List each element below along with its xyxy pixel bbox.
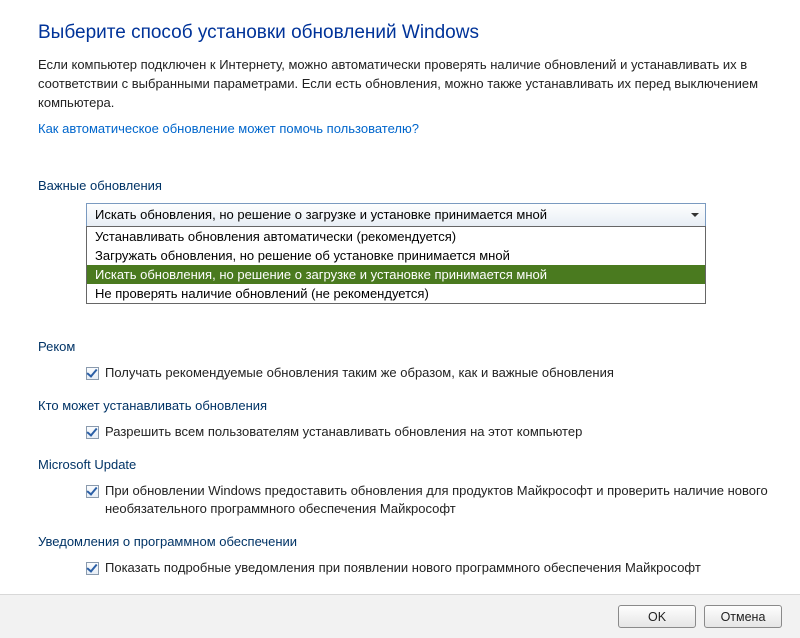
- dropdown-list: Устанавливать обновления автоматически (…: [86, 226, 706, 304]
- dialog-footer: OK Отмена: [0, 594, 800, 638]
- recommended-checkbox-label: Получать рекомендуемые обновления таким …: [105, 364, 772, 382]
- help-link[interactable]: Как автоматическое обновление может помо…: [38, 121, 419, 136]
- chevron-down-icon: [691, 213, 699, 217]
- notifications-checkbox-label: Показать подробные уведомления при появл…: [105, 559, 772, 577]
- notifications-checkbox[interactable]: [86, 562, 99, 575]
- dropdown-option-auto[interactable]: Устанавливать обновления автоматически (…: [87, 227, 705, 246]
- dropdown-option-check[interactable]: Искать обновления, но решение о загрузке…: [87, 265, 705, 284]
- section-important-title: Важные обновления: [38, 178, 772, 193]
- ok-button[interactable]: OK: [618, 605, 696, 628]
- who-checkbox-label: Разрешить всем пользователям устанавлива…: [105, 423, 772, 441]
- cancel-button[interactable]: Отмена: [704, 605, 782, 628]
- who-checkbox[interactable]: [86, 426, 99, 439]
- page-title: Выберите способ установки обновлений Win…: [38, 22, 772, 44]
- section-recommended-title: Реком: [38, 339, 772, 354]
- msupdate-checkbox[interactable]: [86, 485, 99, 498]
- section-who-title: Кто может устанавливать обновления: [38, 398, 772, 413]
- recommended-checkbox[interactable]: [86, 367, 99, 380]
- intro-text: Если компьютер подключен к Интернету, мо…: [38, 56, 772, 113]
- important-updates-dropdown[interactable]: Искать обновления, но решение о загрузке…: [86, 203, 706, 227]
- dropdown-option-download[interactable]: Загружать обновления, но решение об уста…: [87, 246, 705, 265]
- dropdown-selected-label: Искать обновления, но решение о загрузке…: [95, 207, 547, 222]
- section-notifications-title: Уведомления о программном обеспечении: [38, 534, 772, 549]
- msupdate-checkbox-label: При обновлении Windows предоставить обно…: [105, 482, 772, 518]
- section-msupdate-title: Microsoft Update: [38, 457, 772, 472]
- dropdown-option-never[interactable]: Не проверять наличие обновлений (не реко…: [87, 284, 705, 303]
